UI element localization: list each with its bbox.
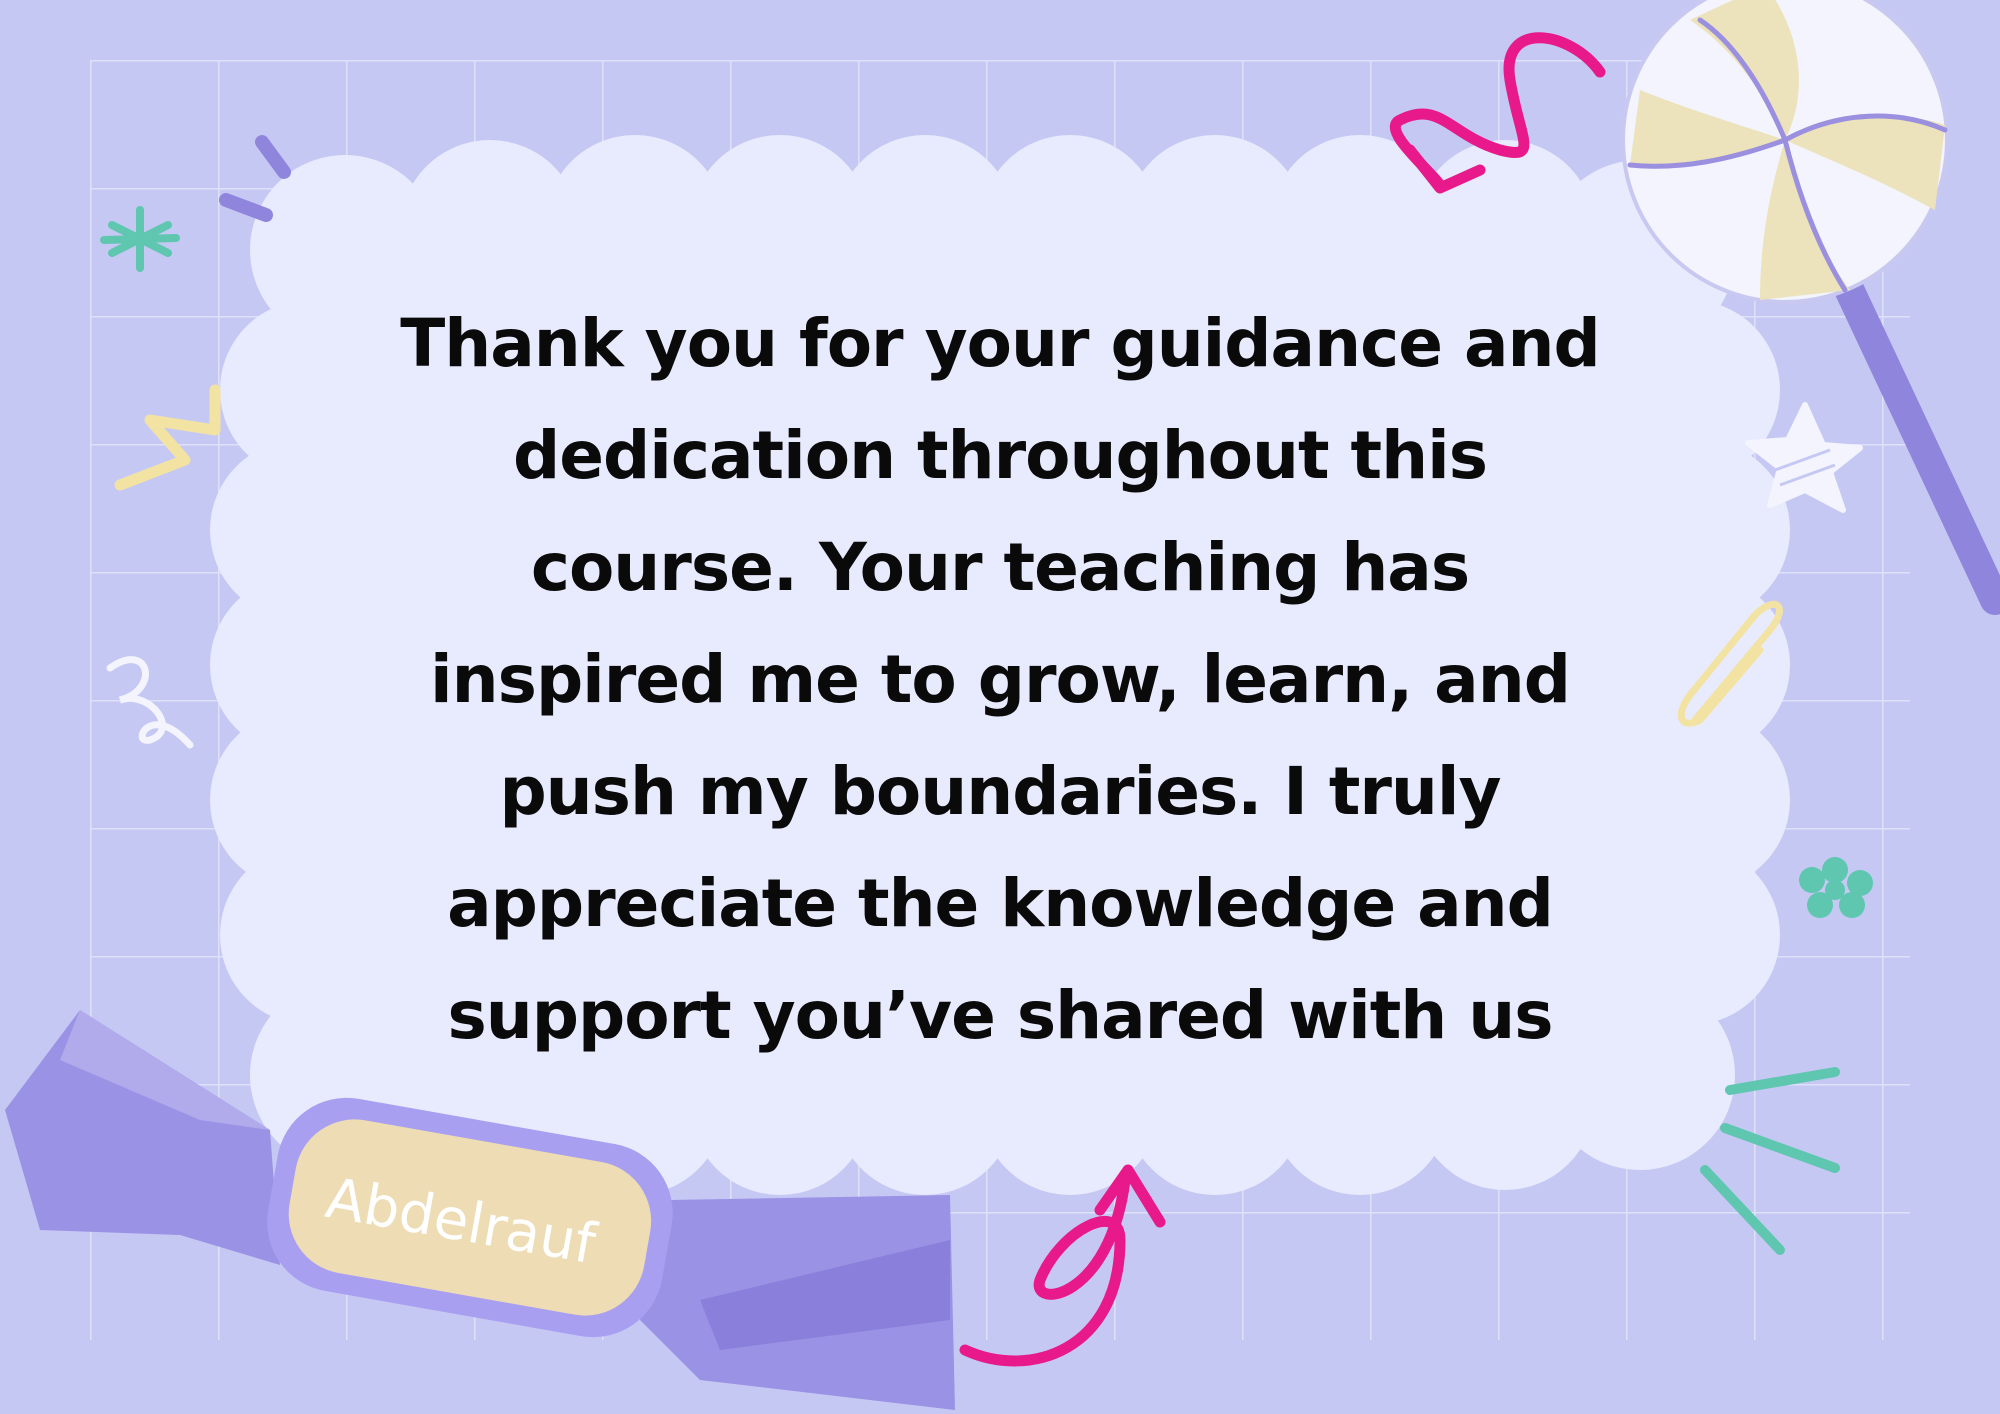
message-text: Thank you for your guidance and dedicati…	[400, 305, 1600, 1054]
thank-you-message: Thank you for your guidance and dedicati…	[330, 285, 1670, 1075]
thank-you-card: Abdelrauf Thank you for your guidance an…	[0, 0, 2000, 1414]
